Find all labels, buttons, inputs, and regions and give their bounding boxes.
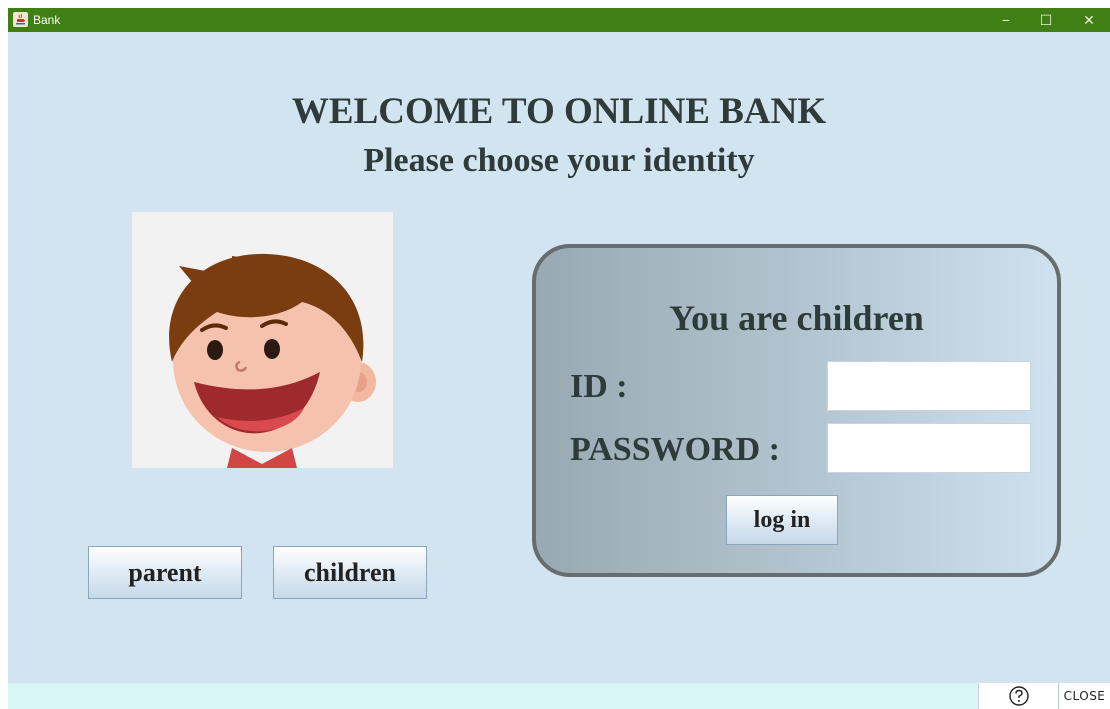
cartoon-boy-face-icon <box>169 253 376 468</box>
password-input[interactable] <box>827 423 1031 473</box>
password-label: PASSWORD : <box>570 431 780 468</box>
help-button[interactable] <box>978 683 1058 709</box>
java-app-icon <box>13 12 28 27</box>
close-button[interactable]: CLOSE <box>1058 683 1110 709</box>
id-label: ID : <box>570 368 628 405</box>
maximize-button[interactable]: ☐ <box>1026 8 1066 32</box>
help-circle-icon <box>1008 686 1029 706</box>
window-title: Bank <box>33 13 61 27</box>
child-portrait <box>132 212 393 468</box>
login-panel-title: You are children <box>669 298 924 338</box>
title-bar[interactable]: Bank − ☐ ✕ <box>8 8 1110 32</box>
children-button[interactable]: children <box>273 546 427 599</box>
page-subtitle: Please choose your identity <box>363 142 755 179</box>
parent-button[interactable]: parent <box>88 546 242 599</box>
status-bar <box>8 683 1110 709</box>
close-window-button[interactable]: ✕ <box>1069 8 1109 32</box>
page-title: WELCOME TO ONLINE BANK <box>291 91 827 132</box>
id-input[interactable] <box>827 361 1031 411</box>
minimize-button[interactable]: − <box>986 8 1026 32</box>
bank-window: Bank − ☐ ✕ WELCOME TO ONLINE BANK Please… <box>8 8 1110 709</box>
login-panel: You are children ID : PASSWORD : log in <box>532 244 1061 577</box>
login-button[interactable]: log in <box>726 495 838 545</box>
main-content: WELCOME TO ONLINE BANK Please choose you… <box>8 32 1110 683</box>
